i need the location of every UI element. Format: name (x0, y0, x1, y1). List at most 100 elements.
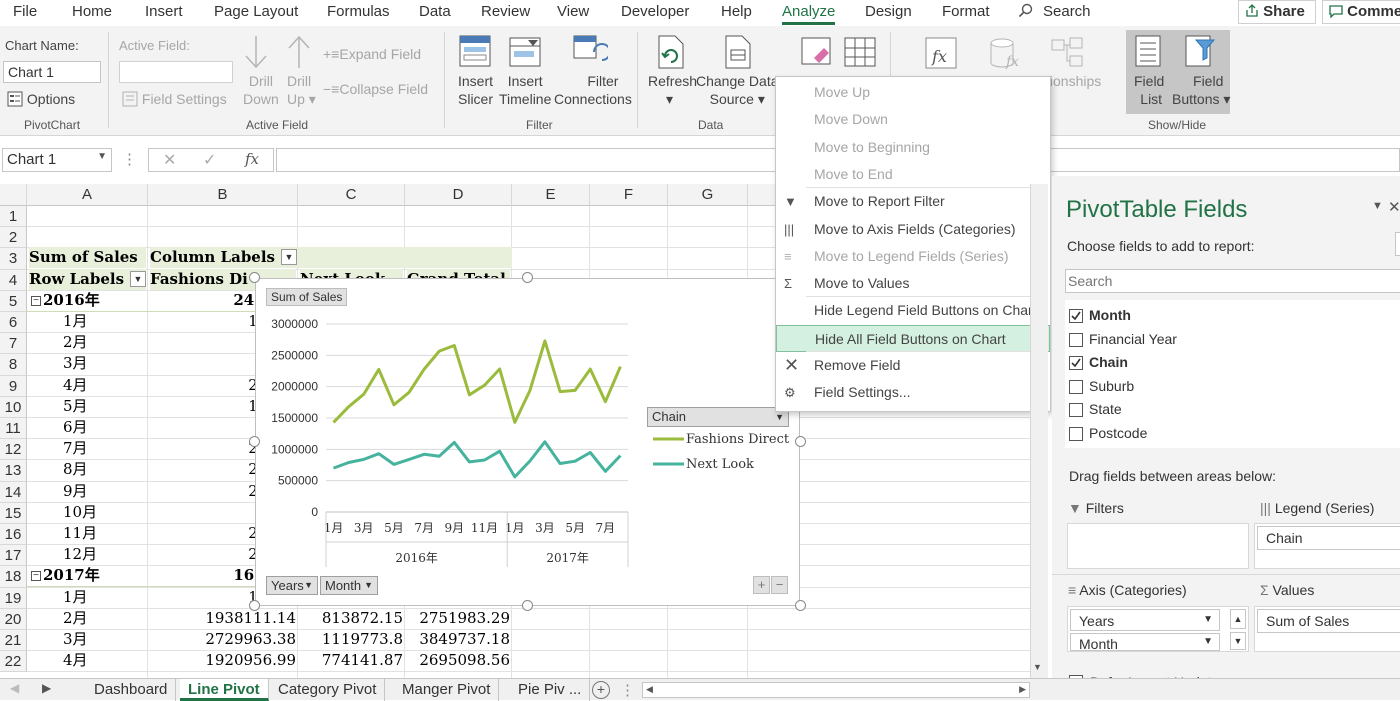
row-header-12[interactable]: 12 (0, 439, 27, 461)
row-header-14[interactable]: 14 (0, 481, 27, 503)
axis-scroll-up[interactable]: ▲ (1230, 609, 1246, 629)
field-checkbox-financial-year[interactable] (1069, 332, 1083, 347)
new-sheet-icon[interactable]: + (592, 681, 610, 699)
field-checkbox-suburb[interactable] (1069, 379, 1083, 394)
pivot-nextlook-value[interactable]: 1119773.8 (300, 629, 403, 650)
row-header-3[interactable]: 3 (0, 248, 27, 270)
chain-legend-field-button[interactable]: Chain ▼ (647, 407, 789, 427)
menu-view[interactable]: View (557, 3, 589, 20)
pivot-month-label[interactable]: 10月 (29, 502, 146, 523)
active-field-input[interactable] (119, 61, 233, 83)
comments-button[interactable]: Comme (1322, 0, 1400, 24)
pivot-month-label[interactable]: 2月 (29, 608, 146, 629)
row-header-13[interactable]: 13 (0, 460, 27, 482)
menu-item-move-up[interactable]: Move Up (776, 79, 1050, 106)
pivot-month-label[interactable]: 2月 (29, 332, 146, 353)
horizontal-scrollbar[interactable]: ◀ ▶ (642, 682, 1030, 698)
select-all-corner[interactable] (0, 184, 27, 206)
pivot-month-label[interactable]: 4月 (29, 375, 146, 396)
pivot-month-label[interactable]: 4月 (29, 650, 146, 671)
tab-manger-pivot[interactable]: Manger Pivot (394, 679, 500, 701)
pivot-fashions-value[interactable]: 2729963.38 (150, 629, 296, 650)
refresh-button[interactable]: Refresh ▾ (648, 72, 697, 108)
column-header-c[interactable]: C (298, 184, 405, 206)
collapse-2016-icon[interactable]: − (31, 295, 41, 306)
row-header-1[interactable]: 1 (0, 206, 27, 228)
name-box[interactable]: Chart 1 ▼ (2, 148, 112, 172)
resize-handle[interactable] (522, 600, 533, 611)
pivot-month-label[interactable]: 12月 (29, 544, 146, 565)
row-header-4[interactable]: 4 (0, 269, 27, 291)
pivot-month-label[interactable]: 3月 (29, 629, 146, 650)
pivot-month-label[interactable]: 5月 (29, 396, 146, 417)
column-header-a[interactable]: A (27, 184, 148, 206)
axis-item-month[interactable]: Month ▼ (1070, 633, 1220, 651)
drill-down-button[interactable]: Drill Down (243, 72, 279, 108)
resize-handle[interactable] (249, 600, 260, 611)
field-label[interactable]: Postcode (1089, 425, 1147, 441)
field-buttons-button[interactable]: Field Buttons ▾ (1172, 72, 1230, 108)
resize-handle[interactable] (249, 436, 260, 447)
pane-options-icon[interactable]: ▼ (1372, 200, 1383, 212)
name-box-dropdown-icon[interactable]: ▼ (97, 151, 107, 162)
pivot-total-value[interactable]: 2751983.29 (407, 608, 510, 629)
row-header-2[interactable]: 2 (0, 227, 27, 249)
search-input[interactable] (1065, 269, 1400, 293)
menu-home[interactable]: Home (72, 3, 112, 20)
menu-developer[interactable]: Developer (621, 3, 689, 20)
menu-item-hide-all-field-buttons-on-chart[interactable]: Hide All Field Buttons on Chart (776, 324, 1050, 352)
row-header-15[interactable]: 15 (0, 502, 27, 524)
resize-handle[interactable] (795, 436, 806, 447)
menu-insert[interactable]: Insert (145, 3, 183, 20)
menu-help[interactable]: Help (721, 3, 752, 20)
pivot-total-value[interactable]: 2695098.56 (407, 650, 510, 671)
menu-format[interactable]: Format (942, 3, 990, 20)
row-header-18[interactable]: 18 (0, 566, 27, 588)
scroll-right-icon[interactable]: ▶ (1019, 684, 1026, 695)
menu-item-move-to-end[interactable]: Move to End (776, 161, 1050, 188)
row-header-10[interactable]: 10 (0, 396, 27, 418)
tools-dropdown[interactable] (1395, 232, 1400, 256)
scroll-left-icon[interactable]: ◀ (646, 684, 653, 695)
axis-scroll-down[interactable]: ▼ (1230, 632, 1246, 650)
row-header-17[interactable]: 17 (0, 545, 27, 567)
month-axis-field-button[interactable]: Month ▼ (320, 576, 378, 595)
tab-dashboard[interactable]: Dashboard (86, 679, 177, 701)
resize-handle[interactable] (795, 600, 806, 611)
collapse-field-button[interactable]: −≡Collapse Field (323, 80, 428, 98)
menu-review[interactable]: Review (481, 3, 530, 20)
scroll-down-icon[interactable]: ▼ (1033, 662, 1042, 672)
collapse-entire-field-button[interactable]: − (771, 576, 788, 594)
field-settings-button[interactable]: Field Settings (122, 90, 227, 108)
pivot-month-label[interactable]: 11月 (29, 523, 146, 544)
chart-name-input[interactable]: Chart 1 (3, 61, 101, 83)
pivot-header-row-labels[interactable]: Row Labels (29, 268, 146, 290)
menu-item-hide-legend-field-buttons-on-chart[interactable]: Hide Legend Field Buttons on Chart (776, 297, 1050, 324)
pivot-year-2016[interactable]: 2016年 (29, 290, 146, 311)
axis-drop-area[interactable]: Years ▼ Month ▼ ▲ ▼ (1067, 606, 1249, 652)
field-checkbox-chain[interactable] (1069, 356, 1083, 370)
row-header-19[interactable]: 19 (0, 587, 27, 609)
menu-data[interactable]: Data (419, 3, 451, 20)
menu-design[interactable]: Design (865, 3, 912, 20)
share-button[interactable]: Share (1238, 0, 1316, 24)
values-drop-area[interactable]: Sum of Sales (1254, 606, 1400, 652)
field-checkbox-postcode[interactable] (1069, 426, 1083, 441)
menu-item-move-to-axis-fields-categories[interactable]: Move to Axis Fields (Categories) (776, 216, 1050, 243)
menu-file[interactable]: File (13, 3, 37, 20)
options-button[interactable]: Options (7, 90, 75, 108)
pivot-month-label[interactable]: 6月 (29, 417, 146, 438)
pivot-month-label[interactable]: 8月 (29, 459, 146, 480)
insert-slicer-button[interactable]: Insert Slicer (458, 72, 493, 108)
pivot-total-value[interactable]: 3849737.18 (407, 629, 510, 650)
enter-icon[interactable]: ✓ (203, 150, 216, 170)
row-header-21[interactable]: 21 (0, 630, 27, 652)
resize-handle[interactable] (249, 272, 260, 283)
menu-item-field-settings[interactable]: Field Settings... (776, 379, 1050, 406)
tab-category-pivot[interactable]: Category Pivot (270, 679, 386, 701)
pivot-fashions-value[interactable]: 1920956.99 (150, 650, 296, 671)
pivot-nextlook-value[interactable]: 813872.15 (300, 608, 403, 629)
field-label[interactable]: Chain (1089, 354, 1128, 370)
prev-sheet-icon[interactable]: ◀ (10, 681, 19, 695)
pivot-month-label[interactable]: 3月 (29, 353, 146, 374)
